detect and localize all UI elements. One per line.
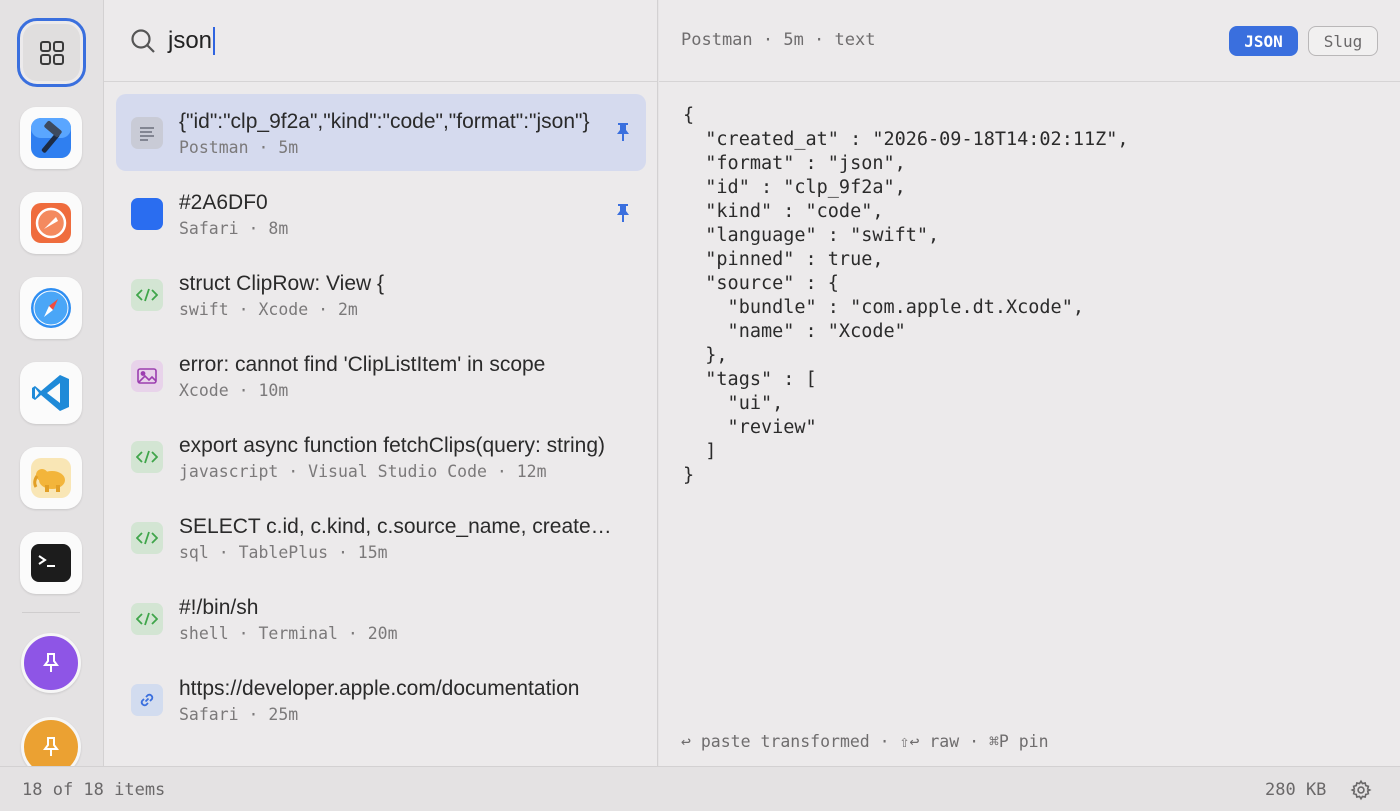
list-item[interactable]: SELECT c.id, c.kind, c.source_name, crea… <box>116 499 646 576</box>
app-filter-vscode[interactable] <box>20 362 82 424</box>
sidebar-divider <box>22 612 80 613</box>
clip-list: {"id":"clp_9f2a","kind":"code","format":… <box>116 94 646 742</box>
compass-icon <box>31 288 71 328</box>
item-title: https://developer.apple.com/documentatio… <box>179 676 580 700</box>
list-item[interactable]: struct ClipRow: View { swift · Xcode · 2… <box>116 256 646 333</box>
item-title: struct ClipRow: View { <box>179 271 385 295</box>
app-filter-tableplus[interactable] <box>20 447 82 509</box>
pin-icon[interactable] <box>614 203 632 223</box>
color-swatch-icon <box>131 197 163 230</box>
item-meta: javascript · Visual Studio Code · 12m <box>179 461 547 481</box>
item-title: SELECT c.id, c.kind, c.source_name, crea… <box>179 514 614 538</box>
format-slug-button[interactable]: Slug <box>1308 26 1378 56</box>
clip-list-pane: json {"id":"clp_9f2a","kind":"code","for… <box>104 0 658 766</box>
pin-collection-purple[interactable] <box>21 633 81 693</box>
item-meta: shell · Terminal · 20m <box>179 623 398 643</box>
json-preview[interactable]: { "created_at" : "2026-09-18T14:02:11Z",… <box>683 104 1129 488</box>
list-item[interactable]: #!/bin/sh shell · Terminal · 20m <box>116 580 646 657</box>
list-item[interactable]: error: cannot find 'ClipListItem' in sco… <box>116 337 646 414</box>
pin-icon <box>43 737 59 756</box>
search-input[interactable]: json <box>168 27 212 55</box>
app-filter-postman[interactable] <box>20 192 82 254</box>
item-meta: sql · TablePlus · 15m <box>179 542 388 562</box>
item-count: 18 of 18 items <box>22 780 166 800</box>
item-meta: Postman · 5m <box>179 137 299 157</box>
detail-pane: Postman · 5m · text JSON Slug { "created… <box>659 0 1400 766</box>
all-apps-filter[interactable] <box>17 18 86 87</box>
format-json-button[interactable]: JSON <box>1229 26 1298 56</box>
app-filter-safari[interactable] <box>20 277 82 339</box>
image-icon <box>131 359 163 392</box>
vscode-icon <box>32 375 69 411</box>
code-icon <box>131 602 163 635</box>
code-icon <box>131 278 163 311</box>
pin-icon <box>43 653 59 672</box>
detail-meta: Postman · 5m · text <box>681 30 876 50</box>
gear-icon[interactable] <box>1350 779 1372 801</box>
app-filter-xcode[interactable] <box>20 107 82 169</box>
item-title: {"id":"clp_9f2a","kind":"code","format":… <box>179 109 590 133</box>
code-icon <box>131 521 163 554</box>
item-meta: Safari · 8m <box>179 218 289 238</box>
search-icon <box>131 28 155 53</box>
elephant-icon <box>31 458 71 498</box>
text-lines-icon <box>131 116 163 149</box>
hammer-icon <box>31 118 71 158</box>
item-title: error: cannot find 'ClipListItem' in sco… <box>179 352 546 376</box>
grid-icon <box>39 40 64 65</box>
postman-icon <box>31 203 71 243</box>
link-icon <box>131 683 163 716</box>
list-item[interactable]: https://developer.apple.com/documentatio… <box>116 661 646 738</box>
app-filter-terminal[interactable] <box>20 532 82 594</box>
item-title: #!/bin/sh <box>179 595 259 619</box>
pin-icon[interactable] <box>614 122 632 142</box>
search-bar: json <box>104 0 657 82</box>
item-meta: Xcode · 10m <box>179 380 289 400</box>
storage-size: 280 KB <box>1265 780 1327 800</box>
detail-header: Postman · 5m · text JSON Slug <box>659 0 1400 82</box>
item-title: #2A6DF0 <box>179 190 268 214</box>
item-title: export async function fetchClips(query: … <box>179 433 606 457</box>
status-bar: 18 of 18 items 280 KB <box>0 766 1400 811</box>
item-meta: Safari · 25m <box>179 704 299 724</box>
app-sidebar <box>0 0 104 766</box>
terminal-icon <box>31 544 71 582</box>
text-caret <box>213 26 216 55</box>
list-item[interactable]: export async function fetchClips(query: … <box>116 418 646 495</box>
code-icon <box>131 440 163 473</box>
item-meta: swift · Xcode · 2m <box>179 299 358 319</box>
pin-collection-orange[interactable] <box>21 717 81 766</box>
shortcut-hint: ↩ paste transformed · ⇧↩ raw · ⌘P pin <box>681 732 1049 751</box>
list-item[interactable]: {"id":"clp_9f2a","kind":"code","format":… <box>116 94 646 171</box>
list-item[interactable]: #2A6DF0 Safari · 8m <box>116 175 646 252</box>
